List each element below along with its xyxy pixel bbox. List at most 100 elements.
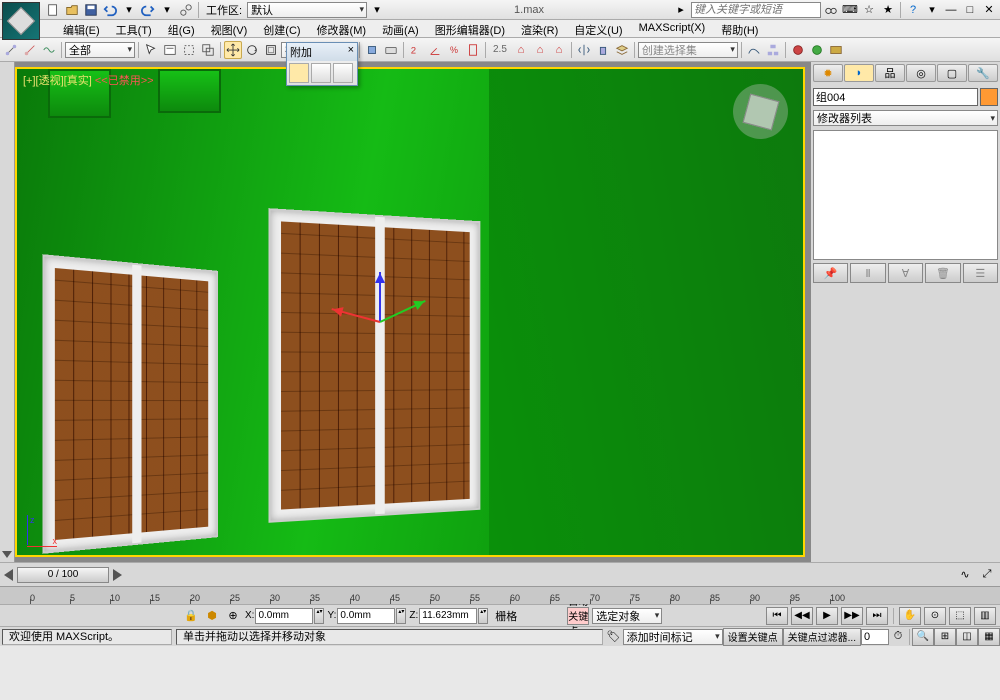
viewcube[interactable] xyxy=(733,84,788,139)
select-rotate-icon[interactable] xyxy=(243,41,261,59)
menu-customize[interactable]: 自定义(U) xyxy=(566,20,630,37)
remove-mod-icon[interactable]: 🗑 xyxy=(925,263,960,283)
menu-views[interactable]: 视图(V) xyxy=(203,20,256,37)
shortcut-icon[interactable]: ⌨ xyxy=(841,1,859,19)
select-object-icon[interactable] xyxy=(142,41,160,59)
chevron-down-icon[interactable]: ▾ xyxy=(923,1,941,19)
favorite-icon[interactable]: ★ xyxy=(879,1,897,19)
menu-create[interactable]: 创建(C) xyxy=(255,20,308,37)
schematic-view-icon[interactable] xyxy=(764,41,782,59)
modifier-list-dropdown[interactable]: 修改器列表 xyxy=(813,110,998,126)
menu-rendering[interactable]: 渲染(R) xyxy=(513,20,566,37)
perspective-viewport[interactable]: [+][透视][真实] <<已禁用>> z x xyxy=(15,67,805,557)
time-slider-handle[interactable]: 0 / 100 xyxy=(17,567,109,583)
pan-view-icon[interactable]: ✋ xyxy=(899,607,921,625)
mirror-icon[interactable] xyxy=(575,41,593,59)
prev-key-icon[interactable] xyxy=(4,569,13,581)
select-scale-icon[interactable] xyxy=(262,41,280,59)
menu-animation[interactable]: 动画(A) xyxy=(374,20,427,37)
chevron-down-icon[interactable]: ▾ xyxy=(158,1,176,19)
next-key-icon[interactable] xyxy=(113,569,122,581)
undo-icon[interactable] xyxy=(101,1,119,19)
search-input[interactable] xyxy=(691,2,821,18)
selection-filter-dropdown[interactable]: 全部 xyxy=(65,42,135,58)
open-icon[interactable] xyxy=(63,1,81,19)
help-icon[interactable]: ? xyxy=(904,1,922,19)
align-icon[interactable] xyxy=(594,41,612,59)
named-sel-set-dropdown[interactable]: 创建选择集 xyxy=(638,42,738,58)
show-end-icon[interactable]: Ⅱ xyxy=(850,263,885,283)
chevron-right-icon[interactable]: ▸ xyxy=(672,1,690,19)
modifier-stack[interactable] xyxy=(813,130,998,260)
link-icon[interactable] xyxy=(177,1,195,19)
spin-x[interactable]: ▴▾ xyxy=(314,608,324,624)
render-setup-icon[interactable] xyxy=(808,41,826,59)
maximize-icon[interactable]: □ xyxy=(961,1,979,19)
add-time-tag[interactable]: 添加时间标记 xyxy=(623,629,723,645)
goto-end-icon[interactable]: ⏭ xyxy=(866,607,888,625)
attach-mode-3[interactable] xyxy=(333,63,353,83)
save-icon[interactable] xyxy=(82,1,100,19)
object-name-input[interactable] xyxy=(813,88,978,106)
percent-snap-icon[interactable]: % xyxy=(445,41,463,59)
modify-tab-icon[interactable]: ◗ xyxy=(844,64,874,82)
utilities-tab-icon[interactable]: 🔧 xyxy=(968,64,998,82)
setkey-button[interactable]: 设置关键点 xyxy=(723,628,783,646)
snap-toggle-icon[interactable]: ⌂ xyxy=(512,41,530,59)
curve-small-icon[interactable]: ∿ xyxy=(956,566,974,584)
maxscript-listener[interactable]: 欢迎使用 MAXScript。 xyxy=(2,629,172,645)
pin-stack-icon[interactable]: 📌 xyxy=(813,263,848,283)
select-move-icon[interactable] xyxy=(224,41,242,59)
time-slider[interactable]: 0 / 100 ∿ ⤢ xyxy=(0,562,1000,586)
menu-tools[interactable]: 工具(T) xyxy=(108,20,160,37)
angle-snap-icon[interactable] xyxy=(426,41,444,59)
current-frame-input[interactable] xyxy=(861,629,889,645)
select-region-icon[interactable] xyxy=(180,41,198,59)
next-frame-icon[interactable]: ▶▶ xyxy=(841,607,863,625)
snap-2d-icon[interactable]: 2 xyxy=(407,41,425,59)
make-unique-icon[interactable]: ∀ xyxy=(888,263,923,283)
zoom-icon[interactable]: 🔍 xyxy=(912,628,934,646)
sel-lock-icon[interactable]: ⊕ xyxy=(224,607,242,625)
menu-help[interactable]: 帮助(H) xyxy=(713,20,766,37)
render-frame-icon[interactable] xyxy=(827,41,845,59)
window-crossing-icon[interactable] xyxy=(199,41,217,59)
coord-x-input[interactable] xyxy=(255,608,313,624)
menu-modifiers[interactable]: 修改器(M) xyxy=(309,20,375,37)
keyfilter-button[interactable]: 关键点过滤器... xyxy=(783,628,861,646)
curve-editor-icon[interactable] xyxy=(745,41,763,59)
spin-z[interactable]: ▴▾ xyxy=(478,608,488,624)
key-target-dropdown[interactable]: 选定对象 xyxy=(592,608,662,624)
max-viewport-icon[interactable]: ◫ xyxy=(956,628,978,646)
menu-grapheditors[interactable]: 图形编辑器(D) xyxy=(427,20,513,37)
autokey-button[interactable]: 自动关键点 xyxy=(567,607,589,625)
minimize-icon[interactable]: — xyxy=(942,1,960,19)
spin-y[interactable]: ▴▾ xyxy=(396,608,406,624)
popup-close-icon[interactable]: × xyxy=(348,44,354,60)
layers-icon[interactable] xyxy=(613,41,631,59)
redo-icon[interactable] xyxy=(139,1,157,19)
select-link-icon[interactable] xyxy=(2,41,20,59)
binoculars-icon[interactable] xyxy=(822,1,840,19)
play-icon[interactable]: ▶ xyxy=(816,607,838,625)
zoom-ext-icon[interactable]: ⬚ xyxy=(949,607,971,625)
attach-mode-2[interactable] xyxy=(311,63,331,83)
close-icon[interactable]: ✕ xyxy=(980,1,998,19)
keyboard-shortcut-icon[interactable] xyxy=(382,41,400,59)
star-icon[interactable]: ☆ xyxy=(860,1,878,19)
lock-icon[interactable]: 🔒 xyxy=(182,607,200,625)
select-manip-icon[interactable] xyxy=(363,41,381,59)
coord-z-input[interactable] xyxy=(419,608,477,624)
workspace-dropdown[interactable]: 默认 xyxy=(247,2,367,18)
hierarchy-tab-icon[interactable]: 品 xyxy=(875,64,905,82)
select-name-icon[interactable] xyxy=(161,41,179,59)
chevron-down-icon[interactable]: ▾ xyxy=(120,1,138,19)
time-tag-icon[interactable]: 🏷 xyxy=(605,628,623,646)
menu-group[interactable]: 组(G) xyxy=(160,20,203,37)
menu-edit[interactable]: 编辑(E) xyxy=(55,20,108,37)
goto-start-icon[interactable]: ⏮ xyxy=(766,607,788,625)
viewport-label[interactable]: [+][透视][真实] <<已禁用>> xyxy=(23,72,154,88)
object-color-swatch[interactable] xyxy=(980,88,998,106)
min-max-toggle-icon[interactable]: ▦ xyxy=(978,628,1000,646)
expand2-icon[interactable]: ⤢ xyxy=(978,566,996,584)
